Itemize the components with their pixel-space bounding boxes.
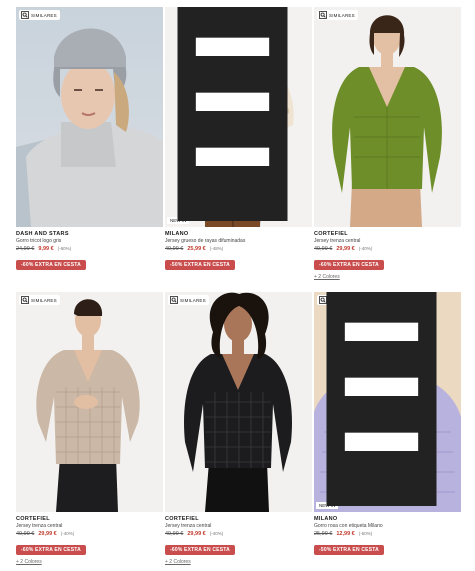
product-name[interactable]: Gorro tricot logo gris: [16, 238, 163, 245]
price-row: 49,99 € 29,99 € (-40%): [165, 530, 312, 538]
product-image[interactable]: SIMILARES: [16, 292, 163, 512]
promo-badge: -50% EXTRA EN CESTA: [165, 260, 235, 270]
similares-badge[interactable]: SIMILARES: [168, 295, 209, 305]
similar-search-icon: [170, 296, 178, 304]
product-brand[interactable]: DASH AND STARS: [16, 231, 163, 238]
product-name[interactable]: Jersey trenza central: [16, 523, 163, 530]
discount-percent: (-48%): [209, 246, 224, 251]
similar-search-icon: [319, 11, 327, 19]
discount-percent: (-40%): [358, 246, 373, 251]
sale-price: 25,99 €: [187, 246, 206, 252]
price-row: 25,99 € 12,99 € (-50%): [314, 530, 461, 538]
original-price: 25,99 €: [314, 531, 333, 537]
product-name[interactable]: Gorro rosa con etiqueta Milano: [314, 523, 461, 530]
product-image[interactable]: SIMILARES: [165, 292, 312, 512]
sale-price: 29,99 €: [336, 246, 355, 252]
product-card[interactable]: SIMILARES CORTEFIEL Jersey trenza centra…: [165, 292, 312, 566]
discount-percent: (-40%): [209, 531, 224, 536]
similares-badge[interactable]: SIMILARES: [19, 10, 60, 20]
original-price: 24,99 €: [16, 246, 35, 252]
similares-label: SIMILARES: [180, 297, 206, 303]
price-row: 24,99 € 9,99 € (-60%): [16, 245, 163, 253]
promo-badge: -60% EXTRA EN CESTA: [165, 545, 235, 555]
price-row: 49,99 € 29,99 € (-40%): [314, 245, 461, 253]
product-brand[interactable]: CORTEFIEL: [165, 516, 312, 523]
product-image[interactable]: SIMILARES: [16, 7, 163, 227]
original-price: 49,99 €: [16, 531, 35, 537]
product-card[interactable]: SIMILARES NEW IN MILANO Gorro rosa con e…: [314, 292, 461, 556]
original-price: 49,99 €: [165, 246, 184, 252]
product-brand[interactable]: MILANO: [165, 231, 312, 238]
similares-label: SIMILARES: [31, 297, 57, 303]
size-tag-icon: [177, 7, 288, 221]
similares-badge[interactable]: SIMILARES: [19, 295, 60, 305]
discount-percent: (-60%): [57, 246, 72, 251]
product-card[interactable]: SIMILARES DASH AND STARS Gorro tricot lo…: [16, 7, 163, 271]
similar-search-icon: [21, 11, 29, 19]
product-card[interactable]: SIMILARES CORTEFIEL Jersey trenza centra…: [314, 7, 461, 281]
similar-search-icon: [21, 296, 29, 304]
similares-label: SIMILARES: [31, 12, 57, 18]
promo-badge: -60% EXTRA EN CESTA: [16, 545, 86, 555]
discount-percent: (-50%): [358, 531, 373, 536]
product-name[interactable]: Jersey trenza central: [165, 523, 312, 530]
promo-badge: -50% EXTRA EN CESTA: [314, 545, 384, 555]
size-tag-icon: [326, 292, 437, 506]
product-brand[interactable]: CORTEFIEL: [314, 231, 461, 238]
price-row: 49,99 € 29,99 € (-40%): [16, 530, 163, 538]
more-colors-link[interactable]: + 2 Colores: [165, 559, 312, 566]
product-image[interactable]: SIMILARES: [314, 7, 461, 227]
promo-badge: -60% EXTRA EN CESTA: [16, 260, 86, 270]
product-brand[interactable]: MILANO: [314, 516, 461, 523]
promo-badge: -60% EXTRA EN CESTA: [314, 260, 384, 270]
product-image[interactable]: NEW IN: [165, 7, 312, 227]
product-image[interactable]: SIMILARES NEW IN: [314, 292, 461, 512]
similares-badge[interactable]: SIMILARES: [317, 10, 358, 20]
sale-price: 29,99 €: [187, 531, 206, 537]
discount-percent: (-40%): [60, 531, 75, 536]
product-card[interactable]: NEW IN MILANO Jersey grueso de rayas dif…: [165, 7, 312, 271]
more-colors-link[interactable]: + 2 Colores: [16, 559, 163, 566]
similares-label: SIMILARES: [329, 12, 355, 18]
sale-price: 12,99 €: [336, 531, 355, 537]
sale-price: 29,99 €: [38, 531, 57, 537]
product-name[interactable]: Jersey grueso de rayas difuminadas: [165, 238, 312, 245]
product-name[interactable]: Jersey trenza central: [314, 238, 461, 245]
sale-price: 9,99 €: [38, 246, 54, 252]
original-price: 49,99 €: [165, 531, 184, 537]
product-card[interactable]: SIMILARES CORTEFIEL Jersey trenza centra…: [16, 292, 163, 566]
more-colors-link[interactable]: + 2 Colores: [314, 274, 461, 281]
product-brand[interactable]: CORTEFIEL: [16, 516, 163, 523]
price-row: 49,99 € 25,99 € (-48%): [165, 245, 312, 253]
original-price: 49,99 €: [314, 246, 333, 252]
